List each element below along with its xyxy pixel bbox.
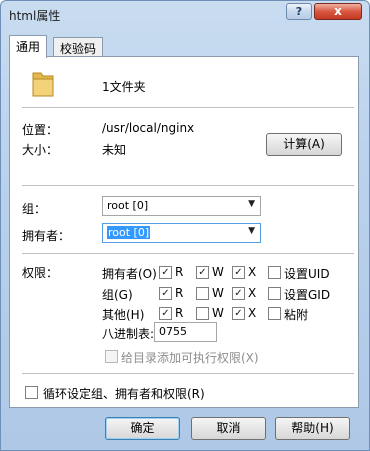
other-read-checkbox[interactable]: ✓ [159,307,172,320]
file-name: 1文件夹 [102,80,146,94]
owner-label: 拥有者： [22,229,71,243]
title-bar[interactable]: html属性 ? x [1,1,369,29]
group-select[interactable]: root [0] ▼ [102,196,261,216]
tab-checksum[interactable]: 校验码 [53,37,104,57]
separator [22,107,354,108]
read-label: R [175,265,184,279]
general-panel: 1文件夹 位置： /usr/local/nginx 大小： 未知 计算(A) 组… [9,56,359,408]
octal-label: 八进制表: [102,327,155,341]
add-exec-label: 给目录添加可执行权限(X) [121,351,259,365]
setuid-label: 设置UID [284,267,330,281]
size-value: 未知 [102,143,127,157]
owner-write-checkbox[interactable]: ✓ [196,266,209,279]
folder-icon [32,72,54,97]
add-exec-checkbox[interactable] [105,350,118,363]
separator [22,253,354,254]
recursive-checkbox[interactable] [25,386,38,399]
separator [22,373,354,374]
chevron-down-icon: ▼ [248,226,255,236]
write-label: W [212,265,224,279]
location-label: 位置： [22,123,59,137]
calculate-button[interactable]: 计算(A) [266,133,342,156]
group-exec-checkbox[interactable]: ✓ [232,287,245,300]
owner-select[interactable]: root [0] ▼ [102,223,261,243]
setgid-checkbox[interactable] [268,287,281,300]
exec-label: X [248,265,257,279]
permissions-label: 权限： [22,266,59,280]
help-title-button[interactable]: ? [286,3,312,20]
group-write-checkbox[interactable] [196,287,209,300]
exec-label: X [248,306,257,320]
write-label: W [212,286,224,300]
other-exec-checkbox[interactable]: ✓ [232,307,245,320]
sticky-checkbox[interactable] [268,307,281,320]
properties-dialog: html属性 ? x 通用 校验码 1文件夹 位置： /usr/local/ng… [0,0,370,451]
window-title: html属性 [9,9,61,23]
exec-label: X [248,286,257,300]
ok-button[interactable]: 确定 [105,417,180,440]
recursive-label: 循环设定组、拥有者和权限(R) [43,387,205,401]
owner-select-value: root [0] [107,226,151,239]
sticky-label: 粘附 [284,308,309,322]
read-label: R [175,286,184,300]
perm-group-label: 组(G) [102,288,133,302]
group-label: 组： [22,202,47,216]
setuid-checkbox[interactable] [268,266,281,279]
close-button[interactable]: x [314,3,362,20]
setgid-label: 设置GID [284,288,331,302]
read-label: R [175,306,184,320]
write-label: W [212,306,224,320]
perm-other-label: 其他(H) [102,308,145,322]
owner-exec-checkbox[interactable]: ✓ [232,266,245,279]
perm-owner-label: 拥有者(O) [102,267,157,281]
separator [22,185,354,186]
octal-input[interactable]: 0755 [154,322,217,342]
cancel-button[interactable]: 取消 [191,417,266,440]
location-value: /usr/local/nginx [102,121,195,135]
group-read-checkbox[interactable]: ✓ [159,287,172,300]
chevron-down-icon: ▼ [248,199,255,209]
help-button[interactable]: 帮助(H) [275,417,350,440]
tab-general[interactable]: 通用 [9,35,48,58]
owner-read-checkbox[interactable]: ✓ [159,266,172,279]
group-select-value: root [0] [107,199,149,212]
size-label: 大小： [22,143,59,157]
other-write-checkbox[interactable] [196,307,209,320]
